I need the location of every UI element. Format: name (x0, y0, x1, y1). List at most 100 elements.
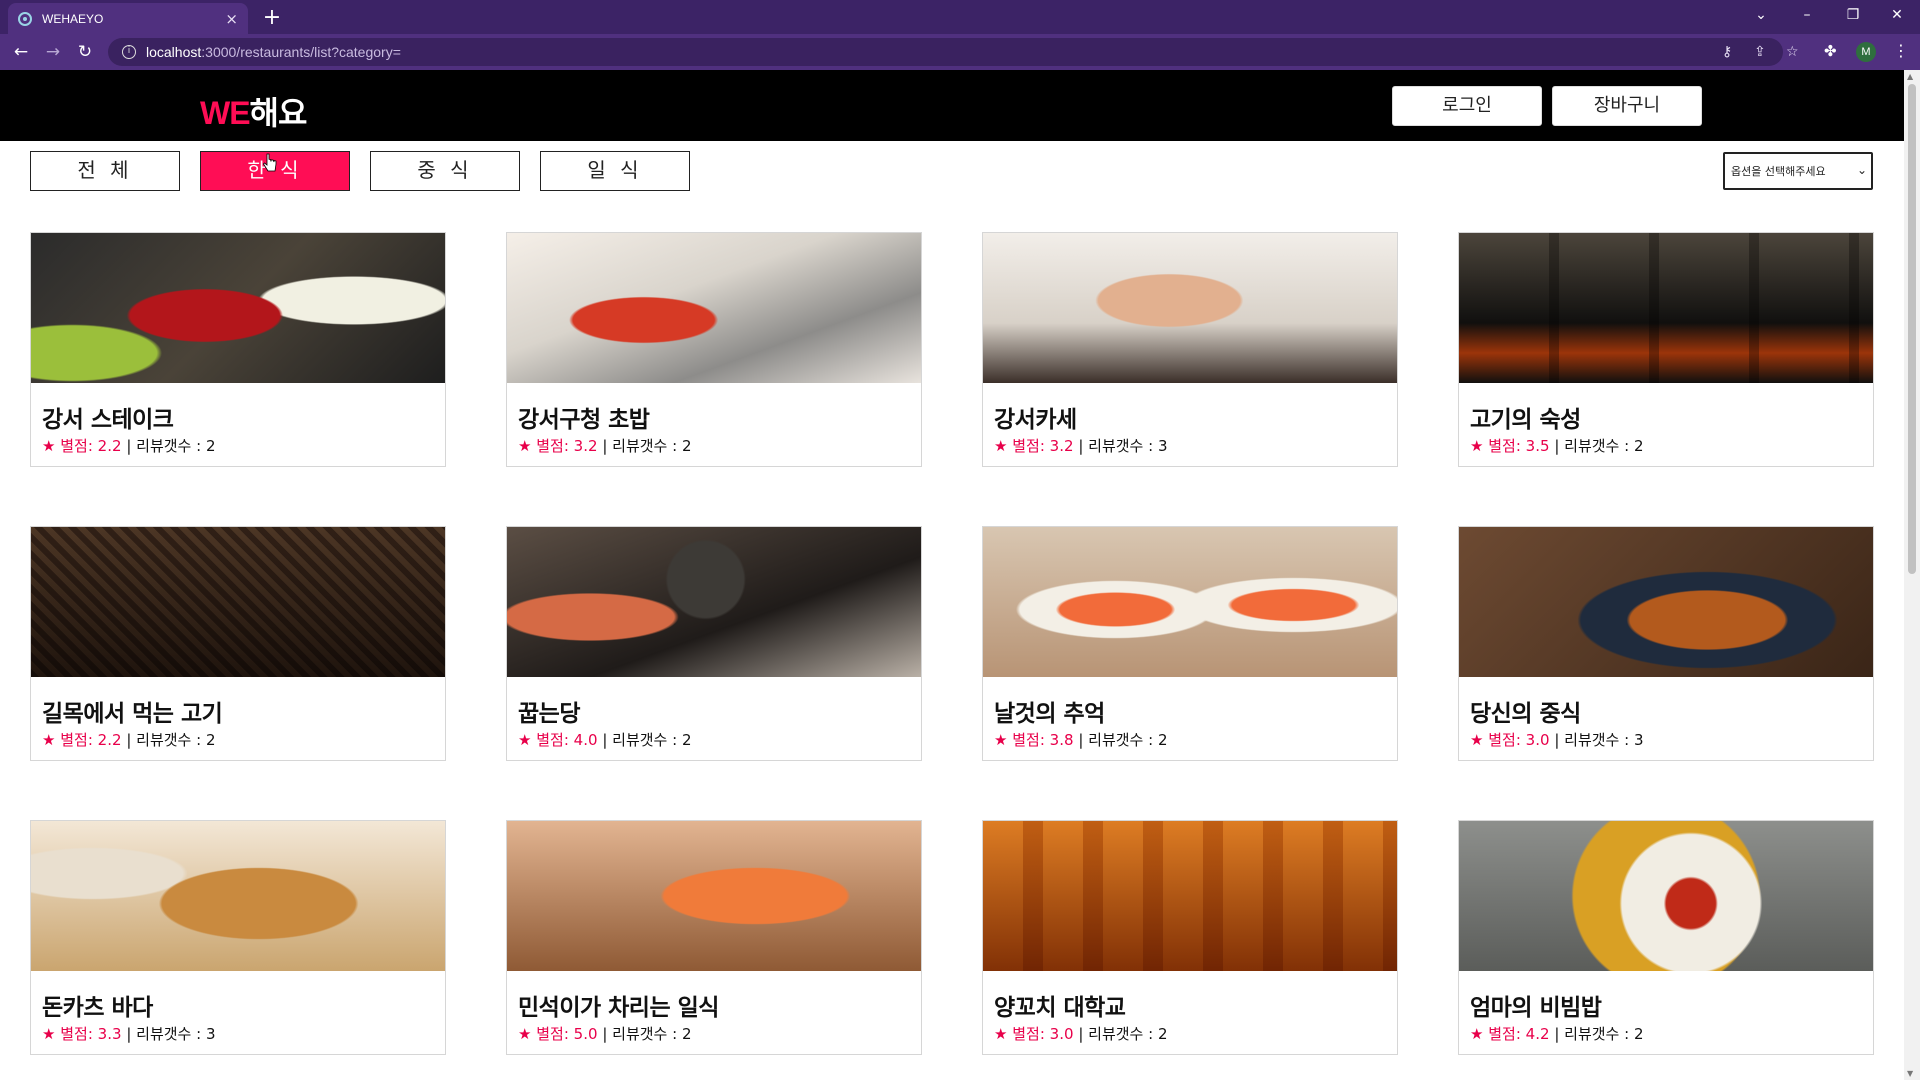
restaurant-photo (31, 527, 445, 677)
restaurant-meta: ★ 별점: 3.2 | 리뷰갯수 : 3 (994, 435, 1168, 456)
reviews-label: 리뷰갯수 : (136, 731, 202, 749)
reviews-label: 리뷰갯수 : (1088, 1025, 1154, 1043)
restaurant-meta: ★ 별점: 2.2 | 리뷰갯수 : 2 (42, 435, 216, 456)
rating-value: 4.0 (573, 731, 598, 749)
scrollbar-thumb[interactable] (1908, 84, 1916, 574)
browser-tab-strip: WEHAEYO × + ⌄ – ❐ ✕ (0, 0, 1920, 34)
rating-label: 별점: (536, 437, 569, 455)
rating-value: 3.2 (573, 437, 598, 455)
browser-tab[interactable]: WEHAEYO × (8, 3, 248, 34)
extensions-puzzle-icon[interactable]: ✤ (1824, 42, 1837, 60)
restaurant-card[interactable]: 돈카츠 바다 ★ 별점: 3.3 | 리뷰갯수 : 3 (30, 820, 446, 1055)
restaurant-meta: ★ 별점: 3.5 | 리뷰갯수 : 2 (1470, 435, 1644, 456)
restaurant-card[interactable]: 꿉는당 ★ 별점: 4.0 | 리뷰갯수 : 2 (506, 526, 922, 761)
restaurant-name: 길목에서 먹는 고기 (42, 701, 223, 727)
restaurant-card[interactable]: 강서구청 초밥 ★ 별점: 3.2 | 리뷰갯수 : 2 (506, 232, 922, 467)
category-chinese-button[interactable]: 중 식 (370, 151, 520, 191)
rating-value: 3.3 (97, 1025, 122, 1043)
logo-we: WE (200, 95, 251, 131)
rating-label: 별점: (536, 1025, 569, 1043)
restaurant-card[interactable]: 민석이가 차리는 일식 ★ 별점: 5.0 | 리뷰갯수 : 2 (506, 820, 922, 1055)
site-info-icon[interactable]: i (122, 45, 136, 59)
restaurant-meta: ★ 별점: 3.0 | 리뷰갯수 : 3 (1470, 729, 1644, 750)
new-tab-button[interactable]: + (258, 4, 286, 32)
restaurant-name: 엄마의 비빔밥 (1470, 995, 1602, 1021)
scroll-up-arrow-icon[interactable]: ▲ (1907, 72, 1913, 81)
browser-menu-icon[interactable]: ⋮ (1893, 41, 1909, 60)
meta-separator: | (1554, 731, 1560, 749)
reviews-label: 리뷰갯수 : (1088, 437, 1154, 455)
tab-search-icon[interactable]: ⌄ (1738, 0, 1784, 34)
reviews-count: 2 (681, 731, 692, 749)
reviews-label: 리뷰갯수 : (612, 1025, 678, 1043)
restore-icon[interactable]: ❐ (1830, 0, 1876, 34)
profile-avatar[interactable]: M (1856, 42, 1876, 62)
restaurant-photo (1459, 233, 1873, 383)
reviews-count: 2 (205, 731, 216, 749)
star-icon: ★ (994, 437, 1008, 455)
reviews-count: 2 (681, 1025, 692, 1043)
restaurant-card[interactable]: 강서카세 ★ 별점: 3.2 | 리뷰갯수 : 3 (982, 232, 1398, 467)
page-scrollbar[interactable]: ▲ ▼ (1904, 70, 1920, 1080)
restaurant-photo (983, 233, 1397, 383)
rating-value: 3.0 (1525, 731, 1550, 749)
restaurant-card[interactable]: 엄마의 비빔밥 ★ 별점: 4.2 | 리뷰갯수 : 2 (1458, 820, 1874, 1055)
restaurant-meta: ★ 별점: 3.2 | 리뷰갯수 : 2 (518, 435, 692, 456)
reviews-count: 2 (681, 437, 692, 455)
minimize-icon[interactable]: – (1784, 0, 1830, 34)
restaurant-photo (1459, 527, 1873, 677)
restaurant-card[interactable]: 당신의 중식 ★ 별점: 3.0 | 리뷰갯수 : 3 (1458, 526, 1874, 761)
address-bar[interactable]: i localhost:3000/restaurants/list?catego… (108, 38, 1783, 66)
star-icon: ★ (42, 731, 56, 749)
reviews-label: 리뷰갯수 : (136, 437, 202, 455)
login-button[interactable]: 로그인 (1392, 86, 1542, 126)
site-header: WE해요 로그인 장바구니 (0, 70, 1904, 141)
close-window-icon[interactable]: ✕ (1874, 0, 1920, 34)
meta-separator: | (602, 437, 608, 455)
reviews-label: 리뷰갯수 : (1564, 437, 1630, 455)
reviews-label: 리뷰갯수 : (136, 1025, 202, 1043)
reviews-count: 2 (205, 437, 216, 455)
star-icon: ★ (518, 1025, 532, 1043)
restaurant-card[interactable]: 고기의 숙성 ★ 별점: 3.5 | 리뷰갯수 : 2 (1458, 232, 1874, 467)
reviews-count: 2 (1157, 731, 1168, 749)
cart-button[interactable]: 장바구니 (1552, 86, 1702, 126)
tab-close-icon[interactable]: × (225, 10, 238, 28)
restaurant-meta: ★ 별점: 4.0 | 리뷰갯수 : 2 (518, 729, 692, 750)
reviews-label: 리뷰갯수 : (612, 437, 678, 455)
reviews-label: 리뷰갯수 : (1088, 731, 1154, 749)
rating-label: 별점: (60, 1025, 93, 1043)
star-icon: ★ (1470, 437, 1484, 455)
restaurant-card[interactable]: 날것의 추억 ★ 별점: 3.8 | 리뷰갯수 : 2 (982, 526, 1398, 761)
bookmark-star-icon[interactable]: ☆ (1786, 43, 1799, 61)
star-icon: ★ (518, 731, 532, 749)
url-host: localhost (146, 44, 202, 60)
key-icon[interactable]: ⚷ (1722, 43, 1732, 61)
rating-value: 4.2 (1525, 1025, 1550, 1043)
star-icon: ★ (1470, 1025, 1484, 1043)
rating-value: 3.5 (1525, 437, 1550, 455)
category-japanese-button[interactable]: 일 식 (540, 151, 690, 191)
reviews-count: 3 (1157, 437, 1168, 455)
share-icon[interactable]: ⇪ (1754, 43, 1766, 61)
meta-separator: | (1554, 437, 1560, 455)
chevron-down-icon: ⌄ (1856, 163, 1867, 177)
restaurant-meta: ★ 별점: 3.0 | 리뷰갯수 : 2 (994, 1023, 1168, 1044)
restaurant-photo (507, 527, 921, 677)
restaurant-card[interactable]: 양꼬치 대학교 ★ 별점: 3.0 | 리뷰갯수 : 2 (982, 820, 1398, 1055)
site-logo[interactable]: WE해요 (200, 88, 307, 134)
scroll-down-arrow-icon[interactable]: ▼ (1907, 1069, 1913, 1078)
reload-icon[interactable]: ↻ (72, 39, 98, 65)
rating-value: 5.0 (573, 1025, 598, 1043)
reviews-label: 리뷰갯수 : (1564, 731, 1630, 749)
meta-separator: | (126, 1025, 132, 1043)
reviews-count: 2 (1633, 437, 1644, 455)
restaurant-card[interactable]: 길목에서 먹는 고기 ★ 별점: 2.2 | 리뷰갯수 : 2 (30, 526, 446, 761)
sort-option-select[interactable]: 옵션을 선택해주세요 ⌄ (1723, 152, 1873, 190)
category-all-button[interactable]: 전 체 (30, 151, 180, 191)
forward-arrow-icon[interactable]: → (40, 39, 66, 65)
back-arrow-icon[interactable]: ← (8, 39, 34, 65)
star-icon: ★ (994, 731, 1008, 749)
rating-label: 별점: (60, 437, 93, 455)
restaurant-card[interactable]: 강서 스테이크 ★ 별점: 2.2 | 리뷰갯수 : 2 (30, 232, 446, 467)
